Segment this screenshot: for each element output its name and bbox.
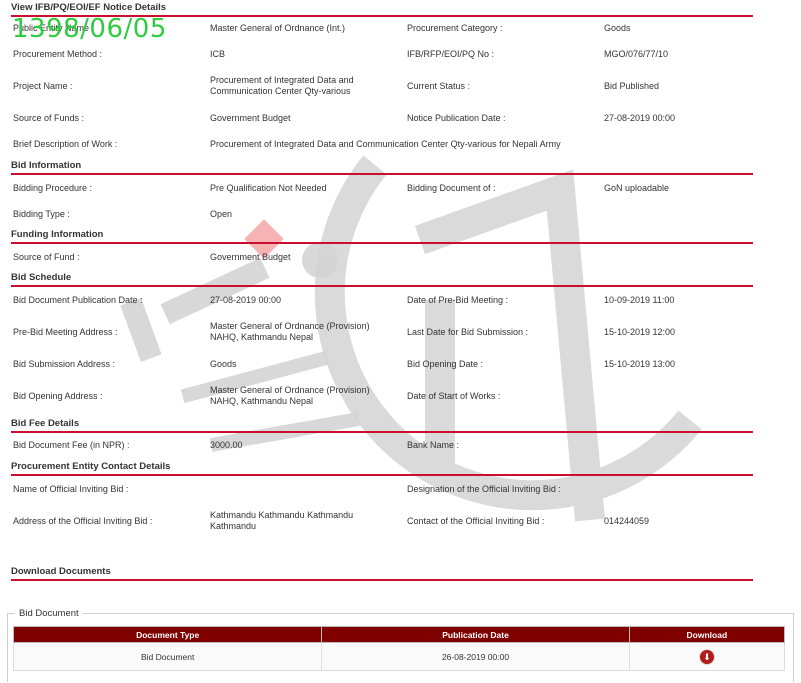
source-of-fund-label: Source of Fund : [13, 252, 80, 262]
contact-details-title: Procurement Entity Contact Details [11, 461, 753, 476]
official-contact-value: 014244059 [604, 516, 650, 526]
ifb-number-value: MGO/076/77/10 [604, 49, 669, 59]
row-document-type: Bid Document [12, 642, 323, 671]
date-stamp: 1398/06/05 [12, 14, 167, 44]
opening-address-label: Bid Opening Address : [13, 391, 103, 401]
bank-name-label: Bank Name : [407, 440, 460, 450]
table-header-row: Document Type Publication Date Download [12, 626, 786, 643]
procurement-method-label: Procurement Method : [13, 49, 103, 59]
pre-bid-meeting-date-label: Date of Pre-Bid Meeting : [407, 295, 509, 305]
start-of-works-label: Date of Start of Works : [407, 391, 501, 401]
documents-table: Document Type Publication Date Download … [12, 626, 786, 671]
bid-information-title: Bid Information [11, 160, 753, 175]
funding-information-title: Funding Information [11, 229, 753, 244]
doc-publication-date-value: 27-08-2019 00:00 [210, 295, 282, 305]
bidding-type-label: Bidding Type : [13, 209, 70, 219]
official-contact-label: Contact of the Official Inviting Bid : [407, 516, 545, 526]
submission-address-value: Goods [210, 359, 237, 369]
notice-publication-date-value: 27-08-2019 00:00 [604, 113, 676, 123]
bid-opening-date-value: 15-10-2019 13:00 [604, 359, 676, 369]
col-download: Download [628, 626, 786, 643]
procurement-category-value: Goods [604, 23, 631, 33]
source-of-funds-label: Source of Funds : [13, 113, 85, 123]
bid-schedule-title: Bid Schedule [11, 272, 753, 287]
official-designation-label: Designation of the Official Inviting Bid… [407, 484, 561, 494]
public-entity-value: Master General of Ordnance (Int.) [210, 23, 346, 33]
bid-fee-value: 3000.00 [210, 440, 243, 450]
official-address-label: Address of the Official Inviting Bid : [13, 516, 153, 526]
last-submission-date-label: Last Date for Bid Submission : [407, 327, 529, 337]
bidding-type-value: Open [210, 209, 233, 219]
brief-description-label: Brief Description of Work : [13, 139, 118, 149]
row-download-cell: ⬇ [628, 642, 786, 671]
download-documents-title: Download Documents [11, 566, 753, 581]
ifb-number-label: IFB/RFP/EOI/PQ No : [407, 49, 495, 59]
project-name-value: Procurement of Integrated Data and Commu… [210, 75, 354, 96]
official-address-value: Kathmandu Kathmandu Kathmandu Kathmandu [210, 510, 354, 531]
submission-address-label: Bid Submission Address : [13, 359, 116, 369]
bidding-document-value: GoN uploadable [604, 183, 670, 193]
source-of-funds-value: Government Budget [210, 113, 291, 123]
last-submission-date-value: 15-10-2019 12:00 [604, 327, 676, 337]
download-icon[interactable]: ⬇ [699, 649, 714, 664]
bidding-document-label: Bidding Document of : [407, 183, 496, 193]
project-name-label: Project Name : [13, 81, 73, 91]
current-status-value: Bid Published [604, 81, 660, 91]
row-publication-date: 26-08-2019 00:00 [321, 642, 630, 671]
pre-bid-meeting-date-value: 10-09-2019 11:00 [604, 295, 675, 305]
table-row: Bid Document 26-08-2019 00:00 ⬇ [12, 642, 786, 671]
current-status-label: Current Status : [407, 81, 471, 91]
procurement-category-label: Procurement Category : [407, 23, 503, 33]
bid-opening-date-label: Bid Opening Date : [407, 359, 484, 369]
procurement-method-value: ICB [210, 49, 226, 59]
col-document-type: Document Type [12, 626, 323, 643]
doc-publication-date-label: Bid Document Publication Date : [13, 295, 143, 305]
brief-description-value: Procurement of Integrated Data and Commu… [210, 139, 561, 149]
bid-fee-title: Bid Fee Details [11, 418, 753, 433]
pre-bid-address-value: Master General of Ordnance (Provision) N… [210, 321, 370, 342]
pre-bid-address-label: Pre-Bid Meeting Address : [13, 327, 118, 337]
col-publication-date: Publication Date [321, 626, 630, 643]
bidding-procedure-value: Pre Qualification Not Needed [210, 183, 327, 193]
bidding-procedure-label: Bidding Procedure : [13, 183, 93, 193]
bid-document-legend: Bid Document [15, 607, 83, 620]
official-name-label: Name of Official Inviting Bid : [13, 484, 129, 494]
opening-address-value: Master General of Ordnance (Provision) N… [210, 385, 370, 406]
bid-fee-label: Bid Document Fee (in NPR) : [13, 440, 130, 450]
source-of-fund-value: Government Budget [210, 252, 291, 262]
notice-publication-date-label: Notice Publication Date : [407, 113, 506, 123]
